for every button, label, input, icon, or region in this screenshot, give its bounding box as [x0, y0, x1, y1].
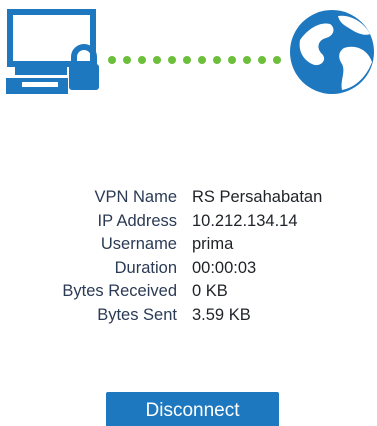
bytes-received-label: Bytes Received [62, 282, 177, 301]
bytes-received-value: 0 KB [192, 282, 228, 301]
username-label: Username [100, 235, 177, 254]
ip-address-label: IP Address [97, 211, 178, 230]
detail-row-ip-address: IP Address 10.212.134.14 [0, 210, 377, 234]
detail-row-bytes-received: Bytes Received 0 KB [0, 280, 377, 304]
vpn-status-panel: VPN Name RS Persahabatan IP Address 10.2… [0, 0, 377, 426]
detail-row-duration: Duration 00:00:03 [0, 257, 377, 281]
disconnect-button[interactable]: Disconnect [106, 392, 279, 426]
detail-row-username: Username prima [0, 233, 377, 257]
computer-lock-icon [6, 9, 99, 94]
connection-dots-icon [108, 56, 281, 64]
duration-label: Duration [114, 258, 177, 277]
vpn-name-label: VPN Name [94, 188, 177, 206]
globe-icon [290, 10, 374, 94]
detail-row-vpn-name: VPN Name RS Persahabatan [0, 186, 377, 210]
ip-address-value: 10.212.134.14 [192, 211, 298, 230]
connection-details: VPN Name RS Persahabatan IP Address 10.2… [0, 186, 377, 328]
vpn-name-value: RS Persahabatan [192, 188, 323, 206]
bytes-sent-value: 3.59 KB [192, 305, 251, 324]
bytes-sent-label: Bytes Sent [97, 305, 177, 324]
username-value: prima [192, 235, 234, 254]
duration-value: 00:00:03 [192, 258, 257, 277]
detail-row-bytes-sent: Bytes Sent 3.59 KB [0, 304, 377, 328]
connection-graphic [6, 9, 374, 94]
